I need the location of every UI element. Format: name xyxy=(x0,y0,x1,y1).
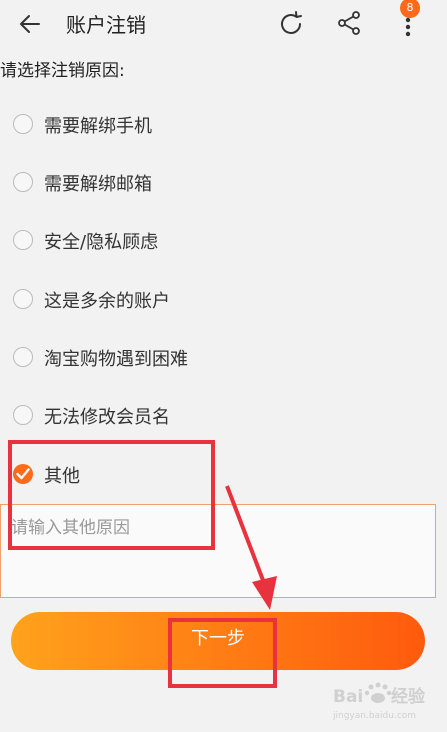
svg-text:Bai: Bai xyxy=(333,687,363,707)
reason-option-redundant-account[interactable]: 这是多余的账户 xyxy=(10,281,430,317)
option-label: 需要解绑邮箱 xyxy=(44,174,152,195)
reason-option-cannot-rename[interactable]: 无法修改会员名 xyxy=(10,397,430,433)
radio-button[interactable] xyxy=(13,172,33,192)
radio-button[interactable] xyxy=(13,114,33,134)
reason-option-unbind-email[interactable]: 需要解绑邮箱 xyxy=(10,164,430,200)
reason-option-shopping-difficulty[interactable]: 淘宝购物遇到困难 xyxy=(10,339,430,375)
annotation-highlight-next xyxy=(168,618,277,688)
radio-button[interactable] xyxy=(13,405,33,425)
page-title: 账户注销 xyxy=(66,13,146,37)
reason-option-privacy[interactable]: 安全/隐私顾虑 xyxy=(10,222,430,258)
reason-option-unbind-phone[interactable]: 需要解绑手机 xyxy=(10,106,430,142)
watermark-text: 经验 xyxy=(391,686,426,707)
option-label: 需要解绑手机 xyxy=(44,116,152,137)
option-label: 安全/隐私顾虑 xyxy=(44,232,159,253)
back-arrow-icon[interactable] xyxy=(18,12,42,36)
svg-text:jingyan.baidu.com: jingyan.baidu.com xyxy=(333,711,416,721)
radio-button[interactable] xyxy=(13,230,33,250)
share-icon[interactable] xyxy=(336,10,362,36)
radio-button[interactable] xyxy=(13,347,33,367)
option-label: 无法修改会员名 xyxy=(44,407,170,428)
radio-button[interactable] xyxy=(13,289,33,309)
reason-prompt: 请选择注销原因: xyxy=(0,61,125,81)
annotation-arrow-icon xyxy=(225,485,277,610)
refresh-icon[interactable] xyxy=(277,10,305,38)
top-bar: 账户注销 8 xyxy=(0,0,447,48)
option-label: 淘宝购物遇到困难 xyxy=(44,349,188,370)
annotation-highlight-other xyxy=(8,440,215,550)
option-label: 这是多余的账户 xyxy=(44,291,170,312)
baidu-watermark-logo: Bai 经验 jingyan.baidu.com xyxy=(333,682,426,721)
